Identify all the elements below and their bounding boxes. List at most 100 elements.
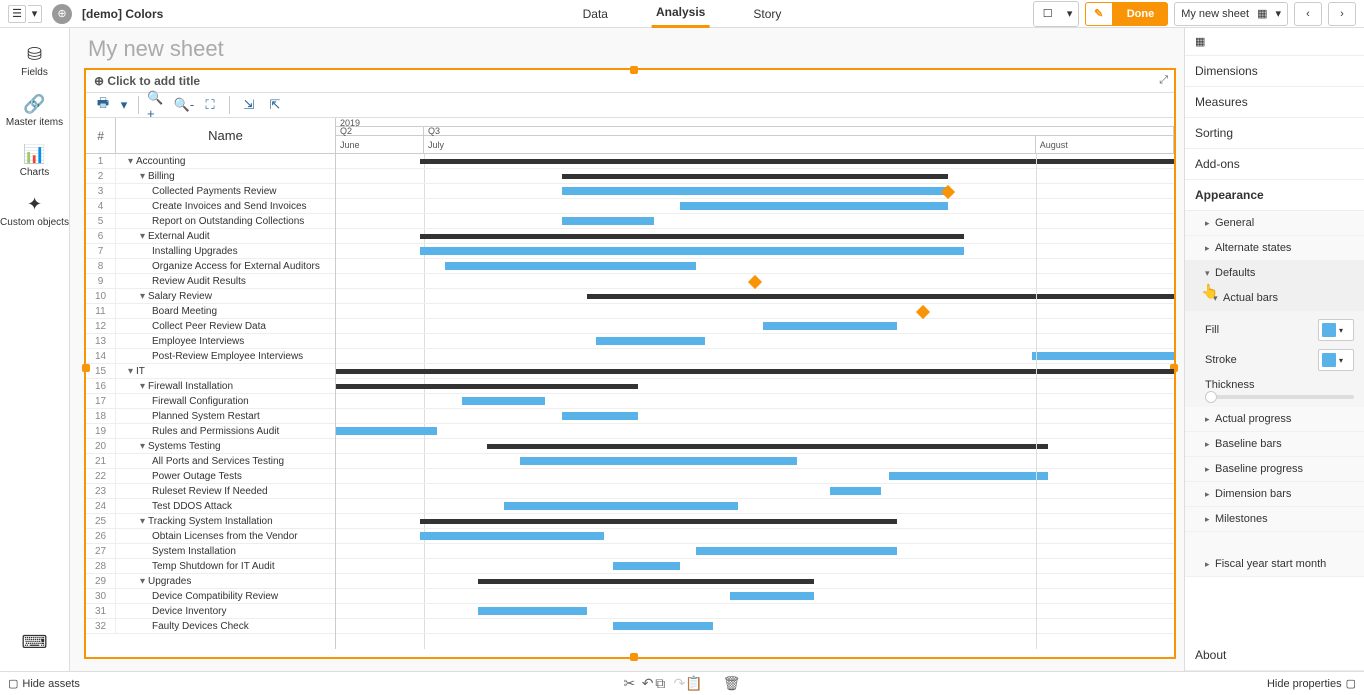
gantt-row[interactable]: 11Board Meeting xyxy=(86,304,335,319)
group-bar[interactable] xyxy=(420,159,1174,164)
task-bar[interactable] xyxy=(520,457,797,465)
hide-assets-button[interactable]: ▢ Hide assets xyxy=(8,677,80,690)
gantt-row[interactable]: 27System Installation xyxy=(86,544,335,559)
task-bar[interactable] xyxy=(462,397,546,405)
section-appearance[interactable]: Appearance xyxy=(1185,180,1364,211)
task-bar[interactable] xyxy=(562,217,654,225)
gantt-row[interactable]: 20▾Systems Testing xyxy=(86,439,335,454)
gantt-row[interactable]: 6▾External Audit xyxy=(86,229,335,244)
task-bar[interactable] xyxy=(562,412,637,420)
task-bar[interactable] xyxy=(613,562,680,570)
edit-pencil-button[interactable]: ✎ xyxy=(1085,2,1113,26)
sheet-title[interactable]: My new sheet xyxy=(88,36,1176,62)
group-bar[interactable] xyxy=(587,294,1174,299)
tab-analysis[interactable]: Analysis xyxy=(652,0,709,28)
gantt-row[interactable]: 30Device Compatibility Review xyxy=(86,589,335,604)
gantt-row[interactable]: 15▾IT xyxy=(86,364,335,379)
task-bar[interactable] xyxy=(696,547,897,555)
group-bar[interactable] xyxy=(420,519,898,524)
milestone-marker[interactable] xyxy=(748,275,762,289)
section-add-ons[interactable]: Add-ons xyxy=(1185,149,1364,180)
sub-baseline-bars[interactable]: ▸Baseline bars xyxy=(1185,432,1364,457)
done-button[interactable]: Done xyxy=(1113,2,1169,26)
gantt-row[interactable]: 10▾Salary Review xyxy=(86,289,335,304)
gantt-row[interactable]: 4Create Invoices and Send Invoices xyxy=(86,199,335,214)
twist-icon[interactable]: ▾ xyxy=(140,289,146,303)
sub-actual-progress[interactable]: ▸Actual progress xyxy=(1185,407,1364,432)
stroke-color-picker[interactable]: ▾ xyxy=(1318,349,1354,371)
sub-general[interactable]: ▸General xyxy=(1185,211,1364,236)
gantt-row[interactable]: 23Ruleset Review If Needed xyxy=(86,484,335,499)
thickness-slider[interactable] xyxy=(1205,395,1354,399)
gantt-row[interactable]: 18Planned System Restart xyxy=(86,409,335,424)
gantt-row[interactable]: 13Employee Interviews xyxy=(86,334,335,349)
milestone-marker[interactable] xyxy=(916,305,930,319)
twist-icon[interactable]: ▾ xyxy=(140,169,146,183)
sub-dimension-bars[interactable]: ▸Dimension bars xyxy=(1185,482,1364,507)
fill-color-picker[interactable]: ▾ xyxy=(1318,319,1354,341)
bookmark-button[interactable]: ☐ xyxy=(1034,2,1062,26)
sub-defaults[interactable]: ▾Defaults xyxy=(1185,261,1364,286)
gantt-row[interactable]: 25▾Tracking System Installation xyxy=(86,514,335,529)
gantt-row[interactable]: 24Test DDOS Attack xyxy=(86,499,335,514)
twist-icon[interactable]: ▾ xyxy=(140,514,146,528)
task-bar[interactable] xyxy=(763,322,897,330)
hide-properties-button[interactable]: Hide properties ▢ xyxy=(1267,677,1356,690)
group-bar[interactable] xyxy=(336,384,638,389)
collapse-all-icon[interactable]: ⇱ xyxy=(264,95,286,115)
expand-icon[interactable]: ⤢ xyxy=(1159,74,1168,87)
print-dropdown[interactable]: ▾ xyxy=(118,95,130,115)
gantt-row[interactable]: 9Review Audit Results xyxy=(86,274,335,289)
task-bar[interactable] xyxy=(680,202,948,210)
group-bar[interactable] xyxy=(420,234,965,239)
sub-milestones[interactable]: ▸Milestones xyxy=(1185,507,1364,532)
sub-alternate-states[interactable]: ▸Alternate states xyxy=(1185,236,1364,261)
section-measures[interactable]: Measures xyxy=(1185,87,1364,118)
gantt-row[interactable]: 32Faulty Devices Check xyxy=(86,619,335,634)
charts-button[interactable]: 📊Charts xyxy=(0,136,69,186)
section-sorting[interactable]: Sorting xyxy=(1185,118,1364,149)
gantt-row[interactable]: 19Rules and Permissions Audit xyxy=(86,424,335,439)
master-items-button[interactable]: 🔗Master items xyxy=(0,86,69,136)
cut-icon[interactable]: ✂ xyxy=(624,675,636,692)
task-bar[interactable] xyxy=(1032,352,1174,360)
keyboard-button[interactable]: ⌨ xyxy=(0,624,69,663)
prev-sheet-button[interactable]: ‹ xyxy=(1294,2,1322,26)
sub-fiscal-year-start-month[interactable]: ▸Fiscal year start month xyxy=(1185,552,1364,577)
print-icon[interactable]: 🖶 xyxy=(92,95,114,115)
task-bar[interactable] xyxy=(478,607,587,615)
gantt-row[interactable]: 26Obtain Licenses from the Vendor xyxy=(86,529,335,544)
twist-icon[interactable]: ▾ xyxy=(140,574,146,588)
gantt-row[interactable]: 21All Ports and Services Testing xyxy=(86,454,335,469)
hamburger-menu[interactable]: ☰ xyxy=(8,5,26,23)
task-bar[interactable] xyxy=(420,247,965,255)
globe-icon[interactable]: ⊕ xyxy=(52,4,72,24)
custom-objects-button[interactable]: ✦Custom objects xyxy=(0,186,69,236)
task-bar[interactable] xyxy=(562,187,947,195)
gantt-row[interactable]: 5Report on Outstanding Collections xyxy=(86,214,335,229)
gantt-row[interactable]: 1▾Accounting xyxy=(86,154,335,169)
task-bar[interactable] xyxy=(420,532,604,540)
task-bar[interactable] xyxy=(730,592,814,600)
zoom-in-icon[interactable]: 🔍+ xyxy=(147,95,169,115)
twist-icon[interactable]: ▾ xyxy=(128,154,134,168)
task-bar[interactable] xyxy=(504,502,739,510)
zoom-out-icon[interactable]: 🔍- xyxy=(173,95,195,115)
gantt-row[interactable]: 29▾Upgrades xyxy=(86,574,335,589)
gantt-row[interactable]: 28Temp Shutdown for IT Audit xyxy=(86,559,335,574)
gantt-row[interactable]: 8Organize Access for External Auditors xyxy=(86,259,335,274)
tab-data[interactable]: Data xyxy=(579,0,612,28)
task-bar[interactable] xyxy=(596,337,705,345)
task-bar[interactable] xyxy=(889,472,1048,480)
gantt-row[interactable]: 22Power Outage Tests xyxy=(86,469,335,484)
about-section[interactable]: About xyxy=(1185,640,1364,671)
task-bar[interactable] xyxy=(830,487,880,495)
gantt-row[interactable]: 2▾Billing xyxy=(86,169,335,184)
next-sheet-button[interactable]: › xyxy=(1328,2,1356,26)
group-bar[interactable] xyxy=(562,174,947,179)
sheet-selector[interactable]: My new sheet ▦ ▾ xyxy=(1174,2,1288,26)
tab-story[interactable]: Story xyxy=(749,0,785,28)
sub-actual-bars[interactable]: ▾Actual bars👆 xyxy=(1185,286,1364,311)
task-bar[interactable] xyxy=(336,427,437,435)
chart-object[interactable]: ⊕ Click to add title ⤢ 🖶 ▾ 🔍+ 🔍- ⛶ ⇲ ⇱ xyxy=(84,68,1176,659)
